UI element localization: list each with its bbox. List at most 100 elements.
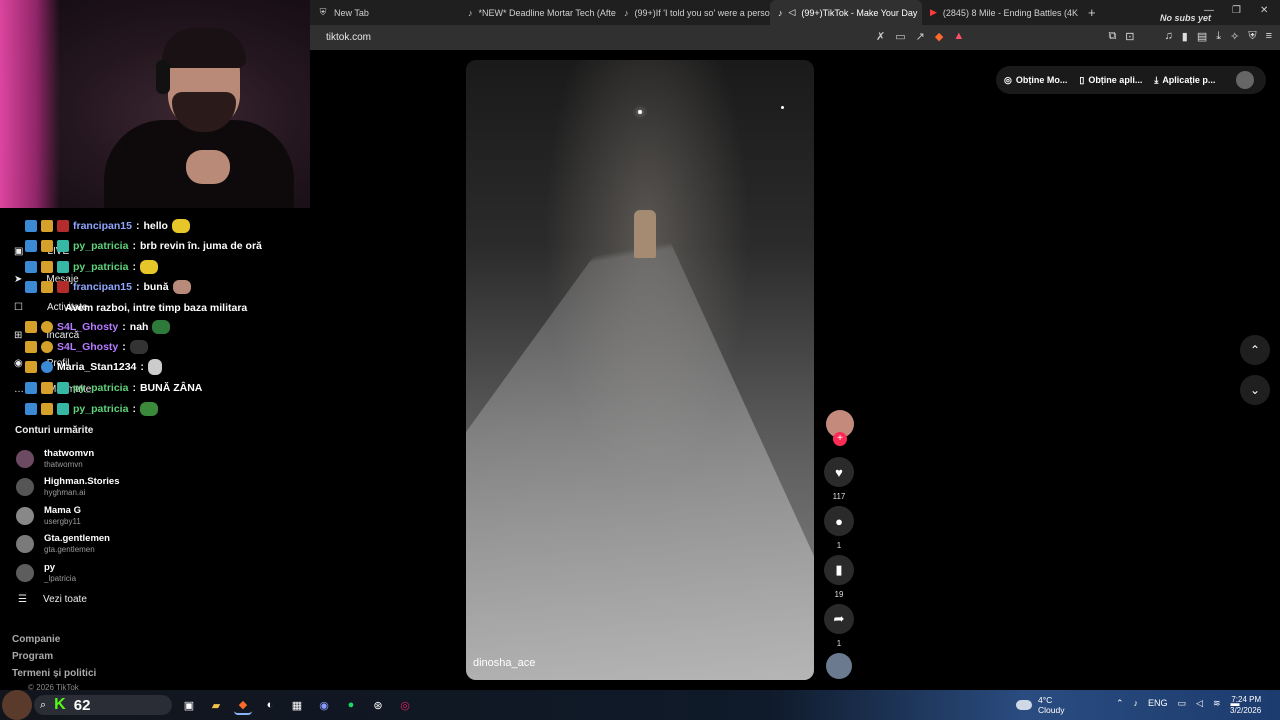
avatar <box>16 563 34 582</box>
desktop-app-button[interactable]: ⤓ Aplicație p... <box>1154 75 1215 86</box>
file-explorer-icon[interactable]: ▰ <box>207 695 225 715</box>
weather-widget[interactable]: 4°C Cloudy <box>1016 695 1064 715</box>
inbox-icon: ☐ <box>14 302 23 313</box>
address-actions: ✗ ▭ ↗ ◆ ▲ <box>876 30 964 43</box>
volume-icon[interactable]: ◁ <box>1196 698 1203 709</box>
brave-shield-icon[interactable]: ◆ <box>935 30 943 43</box>
save-button[interactable]: ▮ <box>824 555 854 585</box>
chat-message: py_patricia: brb revin în. juma de oră <box>25 237 262 255</box>
display-icon[interactable]: ▭ <box>1178 698 1187 709</box>
address-bar: tiktok.com ✗ ▭ ↗ ◆ ▲ ⧉ ⊡ ♫ ▮ ▤ ⤓ ✧ ⛨ ≡ <box>310 25 1280 50</box>
screenshot-icon[interactable]: ⊡ <box>1125 30 1134 43</box>
tab-tiktok-make-your-day[interactable]: ♪ ◁ (99+)TikTok - Make Your Day ✕ <box>770 0 922 25</box>
next-video-button[interactable]: ⌄ <box>1240 375 1270 405</box>
cloud-icon <box>1016 700 1032 710</box>
badge-icon <box>57 220 69 232</box>
taskbar-search[interactable]: ⌕ K 62 <box>34 695 172 715</box>
share-count: 1 <box>836 639 842 648</box>
video-player[interactable]: dinosha_ace <box>466 60 814 680</box>
store-icon[interactable]: ▦ <box>288 695 306 715</box>
followed-account[interactable]: py _lpatricia <box>16 562 76 583</box>
search-icon: ⌕ <box>40 698 47 711</box>
screen: ⛨ New Tab ♪ *NEW* Deadline Mortar Tech (… <box>0 0 1280 720</box>
followed-account[interactable]: Highman.Stories hyghman.ai <box>16 476 120 497</box>
kick-icon: K <box>54 696 66 713</box>
chat-message: Avem razboi, intre timp baza militara <box>65 302 248 314</box>
mute-icon[interactable]: ✗ <box>876 30 885 43</box>
microphone-icon[interactable]: ♪ <box>1134 698 1139 709</box>
wallet-icon[interactable]: ▤ <box>1197 30 1207 43</box>
ai-icon[interactable]: ✧ <box>1230 30 1239 43</box>
brave-icon[interactable]: ◆ <box>234 695 252 715</box>
sidebar-icon[interactable]: ▮ <box>1182 30 1188 43</box>
avatar <box>16 534 34 553</box>
followed-account[interactable]: Mama Gusergby11 <box>16 505 81 526</box>
previous-video-button[interactable]: ⌃ <box>1240 335 1270 365</box>
creator-username[interactable]: dinosha_ace <box>473 657 535 669</box>
follow-button[interactable]: + <box>833 432 847 446</box>
profile-avatar[interactable] <box>1236 71 1254 89</box>
tab-deadline-mortar[interactable]: ♪ *NEW* Deadline Mortar Tech (After p <box>460 0 616 25</box>
download-icon: ⤓ <box>1154 74 1159 85</box>
tab-told-you-so[interactable]: ♪ (99+)If 'I told you so' were a person. <box>616 0 770 25</box>
share-icon[interactable]: ↗ <box>916 30 925 43</box>
chat-message: py_patricia: BUNĂ ZÂNA <box>25 379 202 397</box>
badge-icon <box>57 240 69 252</box>
streamer-avatar <box>2 690 32 720</box>
followed-account[interactable]: thatwomvn thatwomvn <box>16 448 94 469</box>
like-button[interactable]: ♥ <box>824 457 854 487</box>
footer-link-terms[interactable]: Termeni și politici <box>12 668 96 679</box>
tab-8-mile[interactable]: ▶ (2845) 8 Mile - Ending Battles (4K/U <box>922 0 1078 25</box>
language-indicator[interactable]: ENG <box>1148 698 1168 709</box>
new-tab-button[interactable]: + <box>1088 5 1096 20</box>
app-icon[interactable]: ◎ <box>396 695 414 715</box>
see-all-link[interactable]: ☰ Vezi toate <box>18 594 87 605</box>
badge-icon <box>57 261 69 273</box>
maximize-icon[interactable]: ❐ <box>1232 5 1241 16</box>
system-tray: ⌃ ♪ ENG ▭ ◁ ≋ ▬ <box>1116 698 1240 709</box>
footer-link-company[interactable]: Companie <box>12 634 60 645</box>
avatar <box>16 477 34 496</box>
task-view-icon[interactable]: ▣ <box>180 695 198 715</box>
emote-icon <box>152 320 171 334</box>
emote-icon <box>147 359 162 375</box>
badge-icon <box>57 281 69 293</box>
rewards-icon[interactable]: ▲ <box>953 30 964 43</box>
followed-account[interactable]: Gta.gentlemen gta.gentlemen <box>16 533 110 554</box>
badge-icon <box>25 220 37 232</box>
share-button[interactable]: ➦ <box>824 604 854 634</box>
emote-icon <box>129 340 148 354</box>
comment-button[interactable]: ● <box>824 506 854 536</box>
chat-message: Maria_Stan1234: <box>25 358 162 376</box>
discord-icon[interactable]: ◉ <box>315 695 333 715</box>
chat-message: francipan15: bună <box>25 278 191 296</box>
list-icon: ☰ <box>18 594 27 605</box>
steam-icon[interactable]: ⊛ <box>369 695 387 715</box>
vpn-icon[interactable]: ⛨ <box>1248 30 1256 43</box>
badge-icon <box>57 403 69 415</box>
downloads-icon[interactable]: ⤓ <box>1216 30 1221 43</box>
chevron-up-icon: ⌃ <box>1249 343 1261 357</box>
avatar <box>16 506 34 525</box>
footer-link-program[interactable]: Program <box>12 651 53 662</box>
extensions-icon[interactable]: ⧉ <box>1108 30 1116 43</box>
chat-message: py_patricia: <box>25 400 158 418</box>
minimize-icon[interactable]: — <box>1204 5 1214 16</box>
url-field[interactable]: tiktok.com <box>326 32 371 43</box>
user-icon: ◉ <box>14 358 23 369</box>
obs-icon[interactable]: ◐ <box>261 695 279 715</box>
crown-icon <box>41 382 53 394</box>
chevron-up-icon[interactable]: ⌃ <box>1116 698 1124 709</box>
get-coins-button[interactable]: ◎ Obține Mo... <box>1004 75 1067 86</box>
close-window-icon[interactable]: ✕ <box>1260 5 1268 16</box>
menu-icon[interactable]: ≡ <box>1266 30 1272 43</box>
network-icon[interactable]: ≋ <box>1213 698 1221 709</box>
crown-icon <box>41 281 53 293</box>
music-icon[interactable]: ♫ <box>1165 30 1173 43</box>
get-app-button[interactable]: ▯ Obține apli... <box>1079 75 1142 86</box>
tab-new-tab[interactable]: ⛨ New Tab <box>310 0 460 25</box>
spotify-icon[interactable]: ● <box>342 695 360 715</box>
music-disc[interactable] <box>826 653 852 679</box>
cast-icon[interactable]: ▭ <box>895 30 905 43</box>
clock[interactable]: 7:24 PM 3/2/2026 <box>1230 694 1261 716</box>
